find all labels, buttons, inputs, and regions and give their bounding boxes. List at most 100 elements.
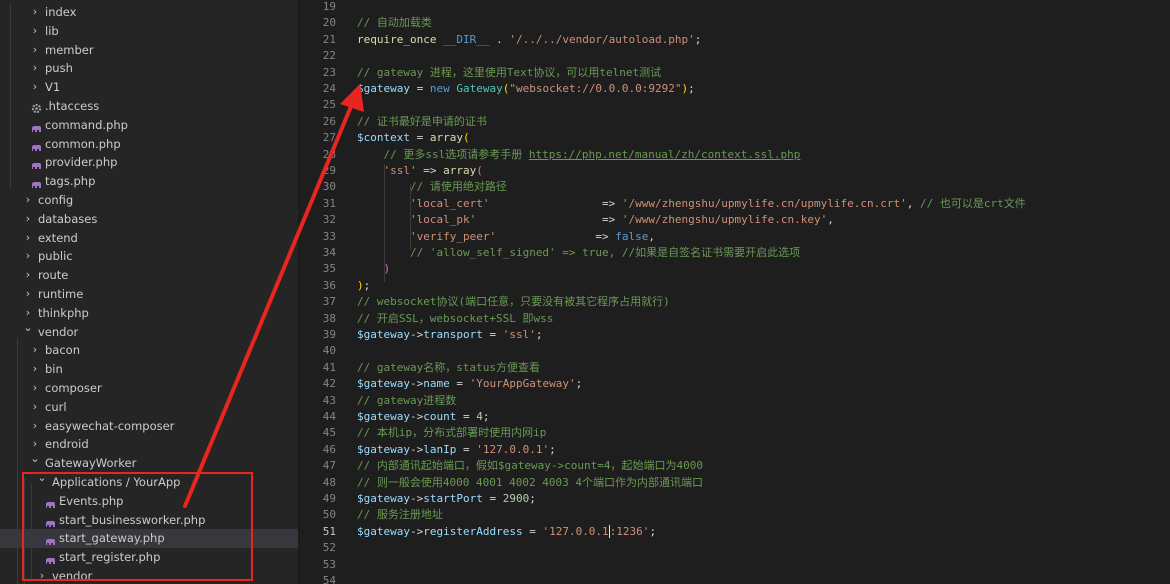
chevron-right-icon[interactable]: › [29, 78, 41, 97]
tree-item[interactable]: › index [0, 3, 298, 22]
code-line[interactable]: 26 // 证书最好是申请的证书 [300, 114, 1170, 130]
tree-item[interactable]: › extend [0, 229, 298, 248]
code-line[interactable]: 42 $gateway->name = 'YourAppGateway'; [300, 376, 1170, 392]
code-line[interactable]: 53 [300, 557, 1170, 573]
tree-item[interactable]: › public [0, 247, 298, 266]
chevron-right-icon[interactable]: › [22, 247, 34, 266]
code-line[interactable]: 44 $gateway->count = 4; [300, 409, 1170, 425]
tree-item[interactable]: ⌄ vendor [0, 321, 298, 342]
chevron-down-icon[interactable]: ⌄ [22, 319, 34, 338]
code-line[interactable]: 28 // 更多ssl选项请参考手册 https://php.net/manua… [300, 147, 1170, 163]
tree-item[interactable]: › endroid [0, 435, 298, 454]
code-line[interactable]: 48 // 则一般会使用4000 4001 4002 4003 4个端口作为内部通… [300, 475, 1170, 491]
tree-item[interactable]: › databases [0, 210, 298, 229]
tree-item[interactable]: › vendor [0, 567, 298, 584]
chevron-right-icon[interactable]: › [29, 417, 41, 436]
code-line[interactable]: 34 // 'allow_self_signed' => true, //如果是… [300, 245, 1170, 261]
tree-item[interactable]: Events.php [0, 492, 298, 511]
code-line[interactable]: 30 // 请使用绝对路径 [300, 179, 1170, 195]
code-line[interactable]: 20 // 自动加载类 [300, 15, 1170, 31]
chevron-right-icon[interactable]: › [29, 41, 41, 60]
code-line[interactable]: 49 $gateway->startPort = 2900; [300, 491, 1170, 507]
code-line[interactable]: 27 $context = array( [300, 130, 1170, 146]
code-line[interactable]: 40 [300, 343, 1170, 359]
code-line[interactable]: 35 ) [300, 261, 1170, 277]
tree-item[interactable]: ⌄ Applications / YourApp [0, 471, 298, 492]
code-line[interactable]: 24 $gateway = new Gateway("websocket://0.… [300, 81, 1170, 97]
tree-item[interactable]: › lib [0, 22, 298, 41]
code-line[interactable]: 32 'local_pk' => '/www/zhengshu/upmylife… [300, 212, 1170, 228]
tree-item[interactable]: › config [0, 191, 298, 210]
chevron-right-icon[interactable]: › [29, 341, 41, 360]
code-token: = [409, 131, 430, 145]
chevron-down-icon[interactable]: ⌄ [36, 469, 48, 488]
code-line[interactable]: 31 'local_cert' => '/www/zhengshu/upmyli… [300, 196, 1170, 212]
indent-guide [31, 484, 32, 580]
tree-item[interactable]: common.php [0, 135, 298, 154]
chevron-right-icon[interactable]: › [22, 229, 34, 248]
tree-item[interactable]: › member [0, 41, 298, 60]
code-line[interactable]: 52 [300, 540, 1170, 556]
code-line[interactable]: 21 require_once __DIR__ . '/../../vendor/… [300, 32, 1170, 48]
code-line[interactable]: 33 'verify_peer' => false, [300, 229, 1170, 245]
tree-item[interactable]: › bacon [0, 341, 298, 360]
code-token: // 也可以是crt文件 [919, 196, 1026, 210]
chevron-right-icon[interactable]: › [29, 3, 41, 22]
tree-item[interactable]: › bin [0, 360, 298, 379]
tree-item[interactable]: › route [0, 266, 298, 285]
code-line[interactable]: 46 $gateway->lanIp = '127.0.0.1'; [300, 442, 1170, 458]
tree-item[interactable]: tags.php [0, 172, 298, 191]
tree-item[interactable]: › composer [0, 379, 298, 398]
code-line[interactable]: 41 // gateway名称，status方便查看 [300, 360, 1170, 376]
code-line[interactable]: 45 // 本机ip，分布式部署时使用内网ip [300, 425, 1170, 441]
code-line[interactable]: 38 // 开启SSL，websocket+SSL 即wss [300, 311, 1170, 327]
code-line[interactable]: 22 [300, 48, 1170, 64]
tree-item[interactable]: start_businessworker.php [0, 511, 298, 530]
code-line[interactable]: 43 // gateway进程数 [300, 393, 1170, 409]
code-line[interactable]: 36); [300, 278, 1170, 294]
code-token: 'local_cert' [409, 196, 490, 210]
tree-item[interactable]: .htaccess [0, 97, 298, 116]
code-line[interactable]: 54 [300, 573, 1170, 584]
chevron-right-icon[interactable]: › [29, 360, 41, 379]
code-token: ; [535, 328, 543, 341]
tree-item[interactable]: › V1 [0, 78, 298, 97]
code-line[interactable]: 19 [300, 0, 1170, 15]
tree-item[interactable]: › easywechat-composer [0, 417, 298, 436]
code-line[interactable]: 37 // websocket协议(端口任意，只要没有被其它程序占用就行) [300, 294, 1170, 310]
indent-guide [410, 184, 411, 250]
tree-item[interactable]: › curl [0, 398, 298, 417]
code-editor[interactable]: 19 20 // 自动加载类 21 require_once __DIR__ . '/.… [300, 0, 1170, 584]
code-line[interactable]: 29 'ssl' => array( [300, 163, 1170, 179]
chevron-right-icon[interactable]: › [29, 379, 41, 398]
line-number: 46 [322, 442, 336, 456]
chevron-right-icon[interactable]: › [22, 285, 34, 304]
tree-item[interactable]: command.php [0, 116, 298, 135]
chevron-right-icon[interactable]: › [29, 59, 41, 78]
chevron-right-icon[interactable]: › [22, 266, 34, 285]
tree-item[interactable]: start_gateway.php [0, 529, 298, 549]
chevron-right-icon[interactable]: › [29, 22, 41, 41]
chevron-right-icon[interactable]: › [36, 567, 48, 584]
chevron-down-icon[interactable]: ⌄ [29, 450, 41, 469]
chevron-right-icon[interactable]: › [29, 398, 41, 417]
code-line[interactable]: 47 // 内部通讯起始端口，假如$gateway->count=4，起始端口为4… [300, 458, 1170, 474]
tree-item[interactable]: provider.php [0, 153, 298, 172]
chevron-right-icon[interactable]: › [22, 210, 34, 229]
line-number: 21 [322, 32, 336, 46]
tree-item[interactable]: start_register.php [0, 548, 298, 567]
code-line[interactable]: 23 // gateway 进程，这里使用Text协议，可以用telnet测试 [300, 65, 1170, 81]
line-number: 41 [322, 360, 336, 374]
code-token: // 更多ssl选项请参考手册 [383, 147, 529, 161]
chevron-right-icon[interactable]: › [22, 191, 34, 210]
code-line[interactable]: 50 // 服务注册地址 [300, 507, 1170, 523]
php-elephant-icon [45, 497, 56, 508]
tree-item[interactable]: › thinkphp [0, 304, 298, 323]
code-line[interactable]: 39 $gateway->transport = 'ssl'; [300, 327, 1170, 343]
tree-item[interactable]: › push [0, 59, 298, 78]
code-line[interactable]: 51 $gateway->registerAddress = '127.0.0.1… [300, 524, 1170, 540]
tree-item[interactable]: › runtime [0, 285, 298, 304]
line-number: 29 [322, 164, 336, 177]
code-line[interactable]: 25 [300, 97, 1170, 113]
code-token: false [615, 229, 649, 243]
